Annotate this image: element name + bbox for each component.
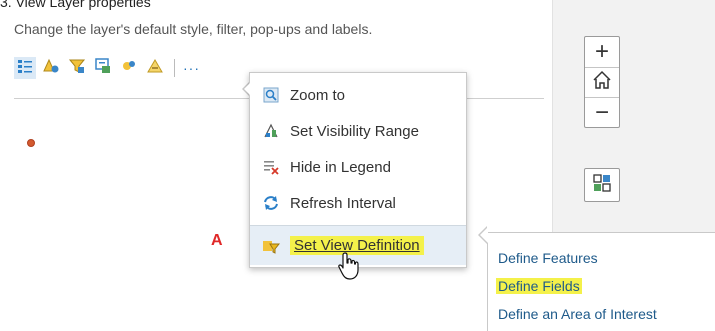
change-style-icon	[42, 57, 60, 80]
zoom-to-icon	[262, 86, 280, 104]
zoom-out-button[interactable]: −	[585, 97, 619, 127]
submenu-item-define-features[interactable]: Define Features	[498, 250, 598, 266]
submenu-item-define-fields[interactable]: Define Fields	[496, 278, 582, 294]
configure-popup-button[interactable]	[92, 57, 114, 79]
map-zoom-controls: + −	[584, 36, 620, 128]
menu-item-label: Hide in Legend	[290, 158, 391, 176]
filter-button[interactable]	[66, 57, 88, 79]
menu-item-refresh-interval[interactable]: Refresh Interval	[250, 185, 466, 221]
menu-item-hide-in-legend[interactable]: Hide in Legend	[250, 149, 466, 185]
filter-icon	[68, 57, 86, 80]
page-title: 3. View Layer properties	[0, 0, 151, 10]
layer-description: Change the layer's default style, filter…	[14, 21, 373, 37]
annotation-a: A	[211, 232, 223, 249]
submenu-notch-inner	[480, 227, 488, 243]
menu-item-label: Zoom to	[290, 86, 346, 104]
menu-notch-inner	[244, 83, 250, 95]
basemap-gallery-button[interactable]	[584, 168, 620, 202]
change-style-button[interactable]	[40, 57, 62, 79]
configure-popup-icon	[94, 57, 112, 80]
create-labels-icon	[120, 57, 138, 80]
menu-item-label: Set Visibility Range	[290, 122, 419, 140]
perform-analysis-icon	[146, 57, 164, 80]
toolbar-separator	[174, 59, 175, 77]
layer-list-button[interactable]	[14, 57, 36, 79]
home-icon	[591, 69, 613, 96]
create-labels-button[interactable]	[118, 57, 140, 79]
hide-legend-icon	[262, 158, 280, 176]
zoom-out-icon: −	[594, 98, 609, 126]
zoom-in-button[interactable]: +	[585, 37, 619, 67]
home-button[interactable]	[585, 67, 619, 97]
hand-cursor-icon	[336, 251, 362, 286]
map-feature-point[interactable]	[27, 139, 35, 147]
perform-analysis-button[interactable]	[144, 57, 166, 79]
refresh-icon	[262, 194, 280, 212]
menu-item-set-visibility-range[interactable]: Set Visibility Range	[250, 113, 466, 149]
more-options-menu: Zoom to Set Visibility Range Hide in Leg…	[249, 72, 467, 268]
more-options-button[interactable]: ···	[183, 61, 200, 75]
view-definition-icon	[262, 237, 280, 255]
visibility-range-icon	[262, 122, 280, 140]
submenu-item-define-area-of-interest[interactable]: Define an Area of Interest	[498, 306, 657, 322]
layer-list-icon	[17, 58, 33, 79]
layer-toolbar: ···	[14, 56, 200, 80]
zoom-in-icon: +	[594, 38, 609, 65]
menu-item-zoom-to[interactable]: Zoom to	[250, 77, 466, 113]
basemap-gallery-icon	[592, 173, 612, 198]
menu-item-label: Refresh Interval	[290, 194, 396, 212]
